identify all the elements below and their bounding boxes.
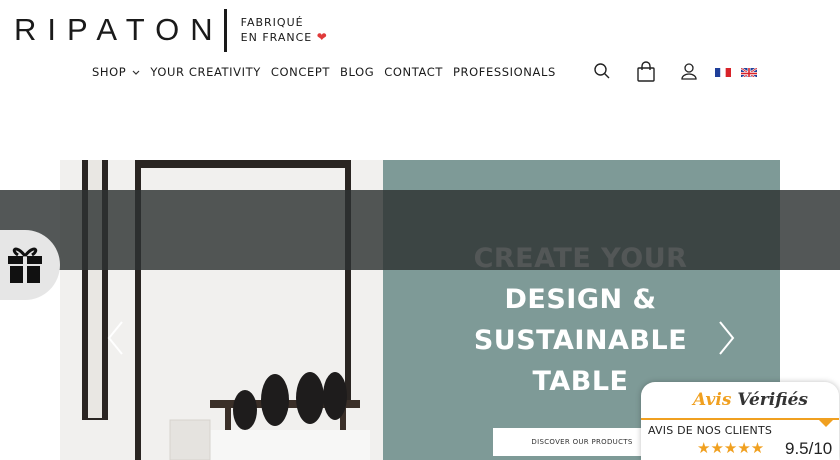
nav-item-label: CONTACT [384, 65, 443, 79]
logo-wordmark: RIPATON [14, 12, 224, 47]
nav-item-professionals[interactable]: PROFESSIONALS [453, 65, 556, 79]
flag-fr-icon[interactable] [715, 66, 731, 77]
star-rating-icon: ★★★★★ [697, 440, 765, 457]
logo-tagline: FABRIQUÉ EN FRANCE ❤ [241, 15, 328, 45]
flag-uk-icon[interactable] [741, 66, 757, 77]
search-icon[interactable] [591, 60, 613, 82]
tagline-line-2: EN FRANCE [240, 31, 313, 44]
user-icon[interactable] [678, 60, 700, 82]
main-nav: SHOP YOUR CREATIVITY CONCEPT BLOG CONTAC… [92, 62, 566, 82]
reviews-score: 9.5/10 [785, 439, 833, 458]
nav-item-shop[interactable]: SHOP [92, 65, 140, 79]
reviews-caption: AVIS DE NOS CLIENTS [648, 424, 773, 437]
shopping-bag-icon[interactable] [635, 60, 657, 82]
reviews-logo-part1: Avis [693, 390, 732, 410]
nav-item-label: PROFESSIONALS [452, 65, 556, 79]
nav-item-label: YOUR CREATIVITY [150, 65, 261, 79]
nav-item-label: CONCEPT [270, 65, 330, 79]
dark-overlay-band [0, 190, 840, 270]
logo-divider [223, 8, 227, 52]
nav-item-concept[interactable]: CONCEPT [271, 65, 330, 79]
reviews-divider [641, 418, 839, 420]
tagline-line-1: FABRIQUÉ [240, 16, 304, 29]
nav-item-label: BLOG [339, 65, 375, 79]
reviews-logo: Avis Vérifiés [693, 390, 808, 410]
verified-reviews-widget[interactable]: Avis Vérifiés AVIS DE NOS CLIENTS ★★★★★ … [641, 382, 839, 460]
nav-item-your-creativity[interactable]: YOUR CREATIVITY [150, 65, 261, 79]
reviews-pointer-icon [819, 420, 833, 427]
chevron-down-icon [132, 65, 140, 79]
slider-prev-arrow-icon[interactable] [104, 318, 128, 358]
reviews-logo-part2: Vérifiés [737, 390, 808, 410]
slider-next-arrow-icon[interactable] [714, 318, 738, 358]
nav-item-label: SHOP [92, 65, 127, 79]
site-logo[interactable]: RIPATON FABRIQUÉ EN FRANCE ❤ [14, 8, 328, 52]
heart-icon: ❤ [316, 30, 328, 44]
hero-title-line: SUSTAINABLE [473, 325, 688, 356]
gift-icon [6, 242, 44, 289]
hero-title-line: DESIGN & [504, 284, 657, 315]
nav-item-contact[interactable]: CONTACT [384, 65, 443, 79]
nav-item-blog[interactable]: BLOG [340, 65, 374, 79]
